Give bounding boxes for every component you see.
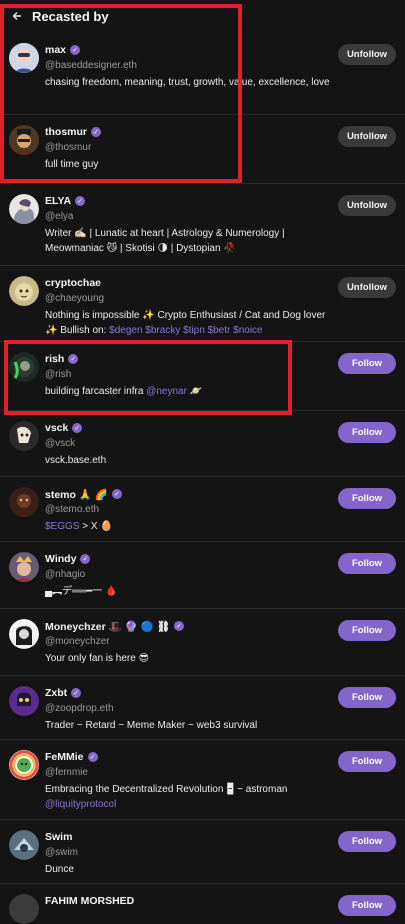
avatar[interactable] (9, 750, 39, 780)
list-item[interactable]: ELYA ✓ @elya Writer ✍🏻 | Lunatic at heart… (0, 184, 405, 266)
user-name[interactable]: Swim (45, 831, 72, 843)
mention-link[interactable]: @liquityprotocol (45, 799, 116, 810)
user-bio: full time guy (45, 159, 99, 170)
follow-button[interactable]: Follow (338, 687, 396, 708)
recaster-list: max ✓ @baseddesigner.eth chasing freedom,… (0, 33, 405, 924)
user-handle: @thosmur (45, 142, 92, 153)
follow-button[interactable]: Follow (338, 553, 396, 574)
avatar[interactable] (9, 352, 39, 382)
user-bio: vsck.base.eth (45, 455, 107, 466)
unfollow-button[interactable]: Unfollow (338, 44, 396, 65)
user-bio: Your only fan is here 😎 (45, 653, 150, 664)
verified-badge-icon: ✓ (87, 752, 98, 762)
user-bio: ▄︻デ══━一 🩸 (45, 586, 118, 597)
user-name[interactable]: Windy (45, 553, 76, 565)
avatar[interactable] (9, 552, 39, 582)
follow-button[interactable]: Follow (338, 422, 396, 443)
user-name[interactable]: cryptochae (45, 277, 101, 289)
user-name[interactable]: max (45, 44, 66, 56)
verified-badge-icon: ✓ (70, 45, 81, 55)
avatar[interactable] (9, 421, 39, 451)
user-name[interactable]: Moneychzer 🎩 🔮 🔵 ⛓ (45, 620, 170, 633)
user-handle: @elya (45, 211, 74, 222)
user-name[interactable]: Zxbt (45, 687, 67, 699)
verified-badge-icon: ✓ (91, 127, 101, 137)
follow-button[interactable]: Follow (338, 831, 396, 852)
user-handle: @rish (45, 369, 72, 380)
page-title: Recasted by (32, 9, 109, 24)
verified-badge-icon: ✓ (75, 196, 86, 206)
avatar[interactable] (9, 894, 39, 924)
user-handle: @chaeyoung (45, 293, 105, 304)
list-item[interactable]: vsck ✓ @vsck vsck.base.eth Follow (0, 411, 405, 477)
avatar[interactable] (9, 487, 39, 517)
user-handle: @moneychzer (45, 636, 110, 647)
user-name[interactable]: thosmur (45, 126, 87, 138)
unfollow-button[interactable]: Unfollow (338, 195, 396, 216)
list-item[interactable]: stemo 🙏 🌈 ✓ @stemo.eth $EGGS > X 🥚 Follow (0, 477, 405, 542)
list-item[interactable]: FeMMie ✓ @femmie Embracing the Decentrali… (0, 740, 405, 820)
user-bio: Dunce (45, 864, 74, 875)
follow-button[interactable]: Follow (338, 751, 396, 772)
avatar[interactable] (9, 276, 39, 306)
list-item[interactable]: cryptochae @chaeyoung Nothing is impossi… (0, 266, 405, 342)
user-name[interactable]: vsck (45, 422, 68, 434)
list-item[interactable]: Zxbt ✓ @zoopdrop.eth Trader ~ Retard ~ Me… (0, 676, 405, 740)
follow-button[interactable]: Follow (338, 620, 396, 641)
user-bio: Writer ✍🏻 | Lunatic at heart | Astrology… (45, 228, 285, 254)
verified-badge-icon: ✓ (72, 423, 83, 433)
user-bio: $EGGS > X 🥚 (45, 521, 113, 532)
list-item[interactable]: Windy ✓ @nhagio ▄︻デ══━一 🩸 Follow (0, 542, 405, 609)
user-handle: @femmie (45, 767, 88, 778)
avatar[interactable] (9, 194, 39, 224)
user-name[interactable]: FAHIM MORSHED (45, 895, 134, 907)
user-bio: Embracing the Decentralized Revolution 🁢… (45, 784, 288, 810)
list-item[interactable]: thosmur ✓ @thosmur full time guy Unfollow (0, 115, 405, 184)
avatar[interactable] (9, 125, 39, 155)
follow-button[interactable]: Follow (338, 488, 396, 509)
token-link[interactable]: $degen $bracky $tipn $betr $noice (109, 325, 262, 336)
list-item[interactable]: Swim @swim Dunce Follow (0, 820, 405, 884)
user-name[interactable]: FeMMie (45, 751, 84, 763)
user-handle: @swim (45, 847, 78, 858)
token-link[interactable]: $EGGS (45, 521, 79, 532)
user-name[interactable]: stemo 🙏 🌈 (45, 488, 108, 501)
verified-badge-icon: ✓ (173, 621, 184, 631)
user-handle: @vsck (45, 438, 76, 449)
verified-badge-icon: ✓ (111, 489, 122, 499)
avatar[interactable] (9, 43, 39, 73)
list-item[interactable]: max ✓ @baseddesigner.eth chasing freedom,… (0, 33, 405, 115)
list-item[interactable]: rish ✓ @rish building farcaster infra @ne… (0, 342, 405, 411)
user-bio: Trader ~ Retard ~ Meme Maker ~ web3 surv… (45, 720, 258, 731)
avatar[interactable] (9, 619, 39, 649)
avatar[interactable] (9, 830, 39, 860)
user-handle: @stemo.eth (45, 504, 100, 515)
arrow-left-icon[interactable] (12, 10, 26, 24)
follow-button[interactable]: Follow (338, 353, 396, 374)
list-item[interactable]: Moneychzer 🎩 🔮 🔵 ⛓ ✓ @moneychzer Your onl… (0, 609, 405, 676)
verified-badge-icon: ✓ (80, 554, 91, 564)
user-bio: building farcaster infra @neynar 🪐 (45, 386, 203, 397)
user-handle: @zoopdrop.eth (45, 703, 114, 714)
user-handle: @baseddesigner.eth (45, 60, 137, 71)
header: Recasted by (0, 0, 405, 33)
verified-badge-icon: ✓ (68, 354, 79, 364)
unfollow-button[interactable]: Unfollow (338, 277, 396, 298)
user-name[interactable]: ELYA (45, 195, 71, 207)
user-name[interactable]: rish (45, 353, 64, 365)
list-item[interactable]: FAHIM MORSHED Follow (0, 884, 405, 924)
follow-button[interactable]: Follow (338, 895, 396, 916)
user-handle: @nhagio (45, 569, 86, 580)
user-bio: chasing freedom, meaning, trust, growth,… (45, 77, 330, 88)
avatar[interactable] (9, 686, 39, 716)
unfollow-button[interactable]: Unfollow (338, 126, 396, 147)
mention-link[interactable]: @neynar (146, 386, 187, 397)
user-bio: Nothing is impossible ✨ Crypto Enthusias… (45, 310, 326, 336)
verified-badge-icon: ✓ (71, 688, 82, 698)
